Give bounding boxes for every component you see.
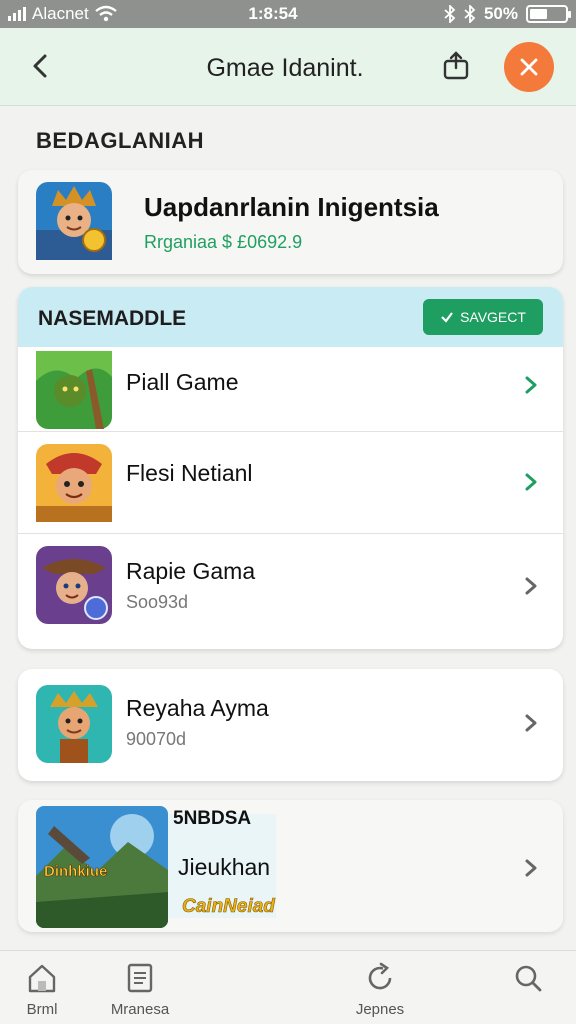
jungle-game-icon <box>36 351 112 429</box>
featured-subtitle: Rrganiaa $ £0692.9 <box>144 232 303 252</box>
back-button[interactable] <box>22 48 58 84</box>
banner-logo-text: CainNeiad <box>182 896 276 918</box>
battery-level <box>530 9 547 19</box>
chevron-right-icon <box>525 714 537 732</box>
bluetooth-icon <box>444 5 456 23</box>
document-icon <box>127 963 153 993</box>
list-heading: NASEMADDLE <box>38 307 187 330</box>
banner-label: 5NBDSA <box>173 808 252 829</box>
check-arrow-icon <box>441 312 453 323</box>
close-button[interactable] <box>504 42 554 92</box>
nav-label-manage: Mranesa <box>110 1001 170 1018</box>
bottom-nav: Brml Mranesa Jepnes <box>0 950 576 1024</box>
list-item[interactable]: Piall Game <box>18 347 563 431</box>
home-icon <box>28 964 56 993</box>
search-icon <box>515 965 542 992</box>
list-item[interactable]: Flesi Netianl <box>18 431 563 533</box>
close-icon <box>520 58 538 76</box>
section-heading: BEDAGLANIAH <box>36 128 205 153</box>
list-item-title: Piall Game <box>126 369 239 395</box>
signal-icon <box>8 7 26 21</box>
game-character-icon <box>36 182 112 260</box>
status-bar: Alacnet 1:8:54 50% <box>0 0 576 28</box>
battery-icon <box>526 5 571 23</box>
page-title: Gmae Idanint. <box>206 54 364 82</box>
list-item-subtitle: Soo93d <box>126 592 189 612</box>
banner-title: Jieukhan <box>178 854 271 880</box>
status-right: 50% <box>368 4 571 24</box>
chevron-right-icon <box>525 577 537 595</box>
chevron-right-icon <box>525 859 537 877</box>
nav-label-home: Brml <box>26 1001 58 1018</box>
list-item[interactable]: Rapie Gama Soo93d <box>18 533 563 649</box>
select-button-label: SAVGECT <box>460 309 526 325</box>
list-header: NASEMADDLE SAVGECT <box>18 287 563 347</box>
nav-item-search[interactable] <box>500 961 556 1001</box>
status-time: 1:8:54 <box>248 4 298 23</box>
featured-title: Uapdanrlanin Inigentsia <box>144 192 439 222</box>
list-item-title: Reyaha Ayma <box>126 695 269 721</box>
nav-item-home[interactable]: Brml <box>12 961 72 1018</box>
hero-game-icon <box>36 685 112 763</box>
adventurer-game-icon <box>36 546 112 624</box>
share-button[interactable] <box>438 48 474 84</box>
wifi-icon <box>94 5 117 22</box>
landscape-illustration: Dinhkiue <box>36 806 168 928</box>
app-header: Gmae Idanint. <box>0 28 576 106</box>
refresh-icon <box>368 962 392 990</box>
select-button[interactable]: SAVGECT <box>423 299 543 335</box>
warrior-game-icon <box>36 444 112 522</box>
list-item-title: Flesi Netianl <box>126 460 253 486</box>
chevron-right-icon <box>525 473 537 491</box>
list-item-subtitle: 90070d <box>126 729 187 749</box>
nav-label-updates: Jepnes <box>355 1001 405 1018</box>
list-item-title: Rapie Gama <box>126 558 256 584</box>
carrier-name: Alacnet <box>32 4 89 23</box>
banner-image: Dinhkiue <box>36 806 168 928</box>
chevron-left-icon <box>33 54 47 78</box>
share-icon <box>443 51 469 80</box>
banner-image-text: Dinhkiue <box>44 863 107 880</box>
banner-card[interactable]: Dinhkiue 5NBDSA Jieukhan CainNeiad <box>18 800 563 932</box>
nav-item-manage[interactable]: Mranesa <box>100 961 180 1018</box>
nav-item-updates[interactable]: Jepnes <box>350 961 410 1018</box>
featured-card[interactable]: Uapdanrlanin Inigentsia Rrganiaa $ £0692… <box>18 170 563 274</box>
game-list-card: NASEMADDLE SAVGECT Piall Game Flesi Neti… <box>18 287 563 649</box>
battery-percent: 50% <box>483 4 518 23</box>
bluetooth-icon <box>464 5 476 23</box>
list-item[interactable]: Reyaha Ayma 90070d <box>18 669 563 781</box>
chevron-right-icon <box>525 376 537 394</box>
